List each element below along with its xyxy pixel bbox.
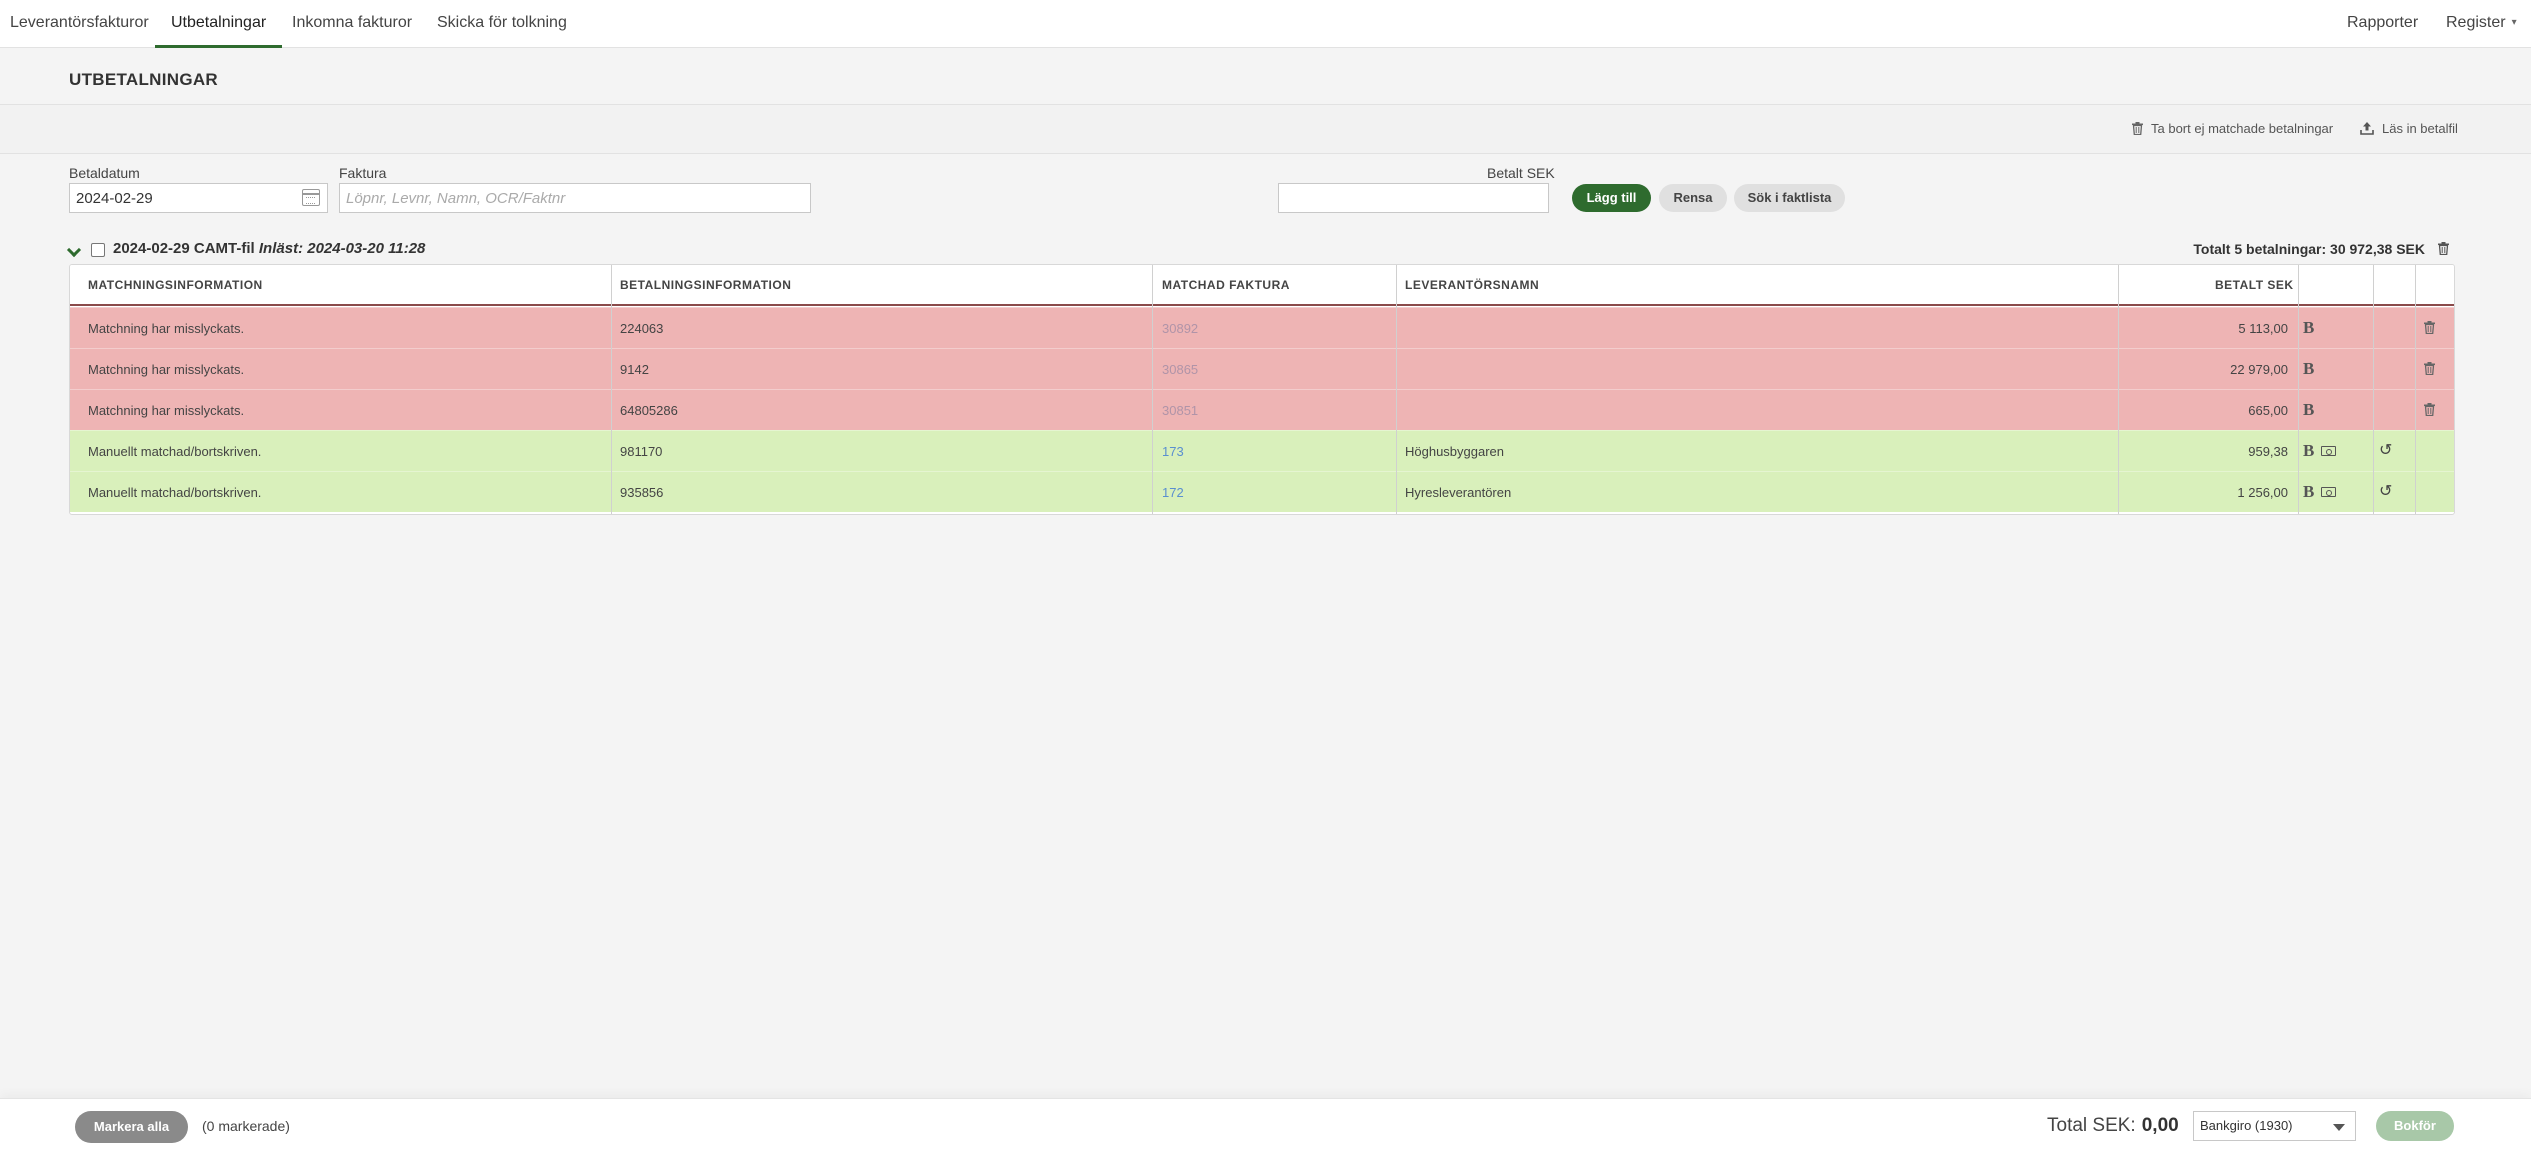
book-icon[interactable]: B: [2303, 319, 2314, 337]
column-divider: [2298, 265, 2299, 514]
paid-amount: 665,00: [2248, 403, 2288, 418]
tab-utbetalningar[interactable]: Utbetalningar: [155, 0, 283, 48]
payment-card-icon[interactable]: [2321, 487, 2336, 497]
table-row[interactable]: Manuellt matchad/bortskriven. 935856 172…: [70, 471, 2454, 512]
page-title: UTBETALNINGAR: [69, 70, 219, 89]
matched-invoice-link[interactable]: 173: [1162, 431, 1184, 472]
payment-info: 935856: [620, 485, 664, 500]
group-checkbox[interactable]: [91, 243, 105, 257]
top-navigation: Leverantörsfakturor Utbetalningar Inkomn…: [0, 0, 2531, 48]
group-imported-time: Inläst: 2024-03-20 11:28: [258, 240, 426, 257]
amount-input[interactable]: [1278, 183, 1549, 213]
payment-group-header: 2024-02-29 CAMT-fil Inläst: 2024-03-20 1…: [66, 240, 2455, 262]
action-bar: Ta bort ej matchade betalningar Läs in b…: [0, 105, 2531, 154]
table-header: MATCHNINGSINFORMATION BETALNINGSINFORMAT…: [70, 265, 2454, 306]
table-row[interactable]: Matchning har misslyckats. 224063 30892 …: [70, 307, 2454, 348]
book-button[interactable]: Bokför: [2376, 1111, 2454, 1141]
table-row[interactable]: Manuellt matchad/bortskriven. 981170 173…: [70, 430, 2454, 471]
total-sek: Total SEK: 0,00: [2047, 1115, 2179, 1137]
delete-unmatched-button[interactable]: Ta bort ej matchade betalningar: [2132, 121, 2333, 136]
payment-info: 64805286: [620, 403, 678, 418]
payment-card-icon[interactable]: [2321, 446, 2336, 456]
invoice-search-input[interactable]: [339, 183, 811, 213]
import-file-label: Läs in betalfil: [2382, 121, 2458, 136]
book-icon[interactable]: B: [2303, 360, 2314, 378]
matching-info: Matchning har misslyckats.: [88, 403, 245, 418]
date-input[interactable]: [69, 183, 328, 213]
add-button[interactable]: Lägg till: [1572, 184, 1651, 212]
book-icon[interactable]: B: [2303, 401, 2314, 419]
group-total: Totalt 5 betalningar: 30 972,38 SEK: [2193, 241, 2425, 257]
payment-info: 9142: [620, 362, 649, 377]
column-divider: [611, 265, 612, 514]
matched-invoice-link[interactable]: 172: [1162, 472, 1184, 513]
date-label: Betaldatum: [69, 165, 140, 181]
search-invoice-list-button[interactable]: Sök i faktlista: [1734, 184, 1845, 212]
matching-info: Matchning har misslyckats.: [88, 362, 245, 377]
matching-info: Manuellt matchad/bortskriven.: [88, 485, 262, 500]
chevron-down-icon: ▾: [2511, 17, 2517, 28]
tab-skicka-for-tolkning[interactable]: Skicka för tolkning: [437, 0, 567, 48]
paid-amount: 22 979,00: [2230, 362, 2288, 377]
paid-amount: 1 256,00: [2237, 485, 2288, 500]
column-header-payment[interactable]: BETALNINGSINFORMATION: [620, 265, 791, 306]
supplier-name: Höghusbyggaren: [1405, 444, 1505, 459]
trash-icon[interactable]: [2424, 403, 2435, 416]
footer-bar: Markera alla (0 markerade) Total SEK: 0,0…: [0, 1098, 2531, 1156]
matching-info: Matchning har misslyckats.: [88, 321, 245, 336]
column-header-supplier[interactable]: LEVERANTÖRSNAMN: [1405, 265, 1539, 306]
trash-icon: [2132, 122, 2143, 135]
matching-info: Manuellt matchad/bortskriven.: [88, 444, 262, 459]
group-file-name: 2024-02-29 CAMT-fil: [113, 240, 255, 257]
trash-icon[interactable]: [2438, 242, 2449, 255]
account-select[interactable]: Bankgiro (1930): [2193, 1111, 2356, 1141]
tab-leverantorsfakturor[interactable]: Leverantörsfakturor: [10, 0, 149, 48]
account-select-value: Bankgiro (1930): [2200, 1118, 2293, 1133]
matched-invoice-link[interactable]: 30851: [1162, 390, 1198, 431]
total-label: Total SEK:: [2047, 1115, 2136, 1136]
table-row[interactable]: Matchning har misslyckats. 9142 30865 22…: [70, 348, 2454, 389]
clear-button[interactable]: Rensa: [1659, 184, 1727, 212]
column-divider: [2415, 265, 2416, 514]
payments-table: MATCHNINGSINFORMATION BETALNINGSINFORMAT…: [69, 264, 2455, 515]
trash-icon[interactable]: [2424, 362, 2435, 375]
amount-label: Betalt SEK: [1487, 165, 1555, 181]
book-icon[interactable]: B: [2303, 442, 2314, 460]
nav-register-label: Register: [2446, 14, 2506, 32]
import-file-button[interactable]: Läs in betalfil: [2360, 121, 2458, 136]
column-header-amount[interactable]: BETALT SEK: [2215, 265, 2293, 306]
calendar-icon[interactable]: [302, 189, 320, 206]
invoice-label: Faktura: [339, 165, 387, 181]
column-divider: [1152, 265, 1153, 514]
chevron-down-icon: [2333, 1124, 2345, 1131]
matched-invoice-link[interactable]: 30892: [1162, 308, 1198, 349]
group-title: 2024-02-29 CAMT-fil Inläst: 2024-03-20 1…: [113, 240, 425, 257]
chevron-down-icon[interactable]: [66, 242, 82, 258]
total-value: 0,00: [2141, 1115, 2179, 1136]
delete-unmatched-label: Ta bort ej matchade betalningar: [2151, 121, 2334, 136]
undo-icon[interactable]: ↺: [2379, 443, 2392, 459]
table-row[interactable]: Matchning har misslyckats. 64805286 3085…: [70, 389, 2454, 430]
undo-icon[interactable]: ↺: [2379, 484, 2392, 500]
column-divider: [2373, 265, 2374, 514]
nav-rapporter[interactable]: Rapporter: [2347, 0, 2418, 48]
column-header-matching[interactable]: MATCHNINGSINFORMATION: [88, 265, 263, 306]
nav-register[interactable]: Register ▾: [2446, 0, 2517, 48]
payment-info: 224063: [620, 321, 664, 336]
matched-invoice-link[interactable]: 30865: [1162, 349, 1198, 390]
tab-inkomna-fakturor[interactable]: Inkomna fakturor: [292, 0, 412, 48]
column-header-invoice[interactable]: MATCHAD FAKTURA: [1162, 265, 1290, 306]
paid-amount: 5 113,00: [2238, 321, 2288, 336]
trash-icon[interactable]: [2424, 321, 2435, 334]
column-divider: [1396, 265, 1397, 514]
supplier-name: Hyresleverantören: [1405, 485, 1512, 500]
payment-info: 981170: [620, 444, 663, 459]
select-all-button[interactable]: Markera alla: [75, 1111, 188, 1143]
book-icon[interactable]: B: [2303, 483, 2314, 501]
paid-amount: 959,38: [2248, 444, 2288, 459]
column-divider: [2118, 265, 2119, 514]
selected-count: (0 markerade): [202, 1118, 290, 1134]
upload-icon: [2360, 122, 2374, 135]
